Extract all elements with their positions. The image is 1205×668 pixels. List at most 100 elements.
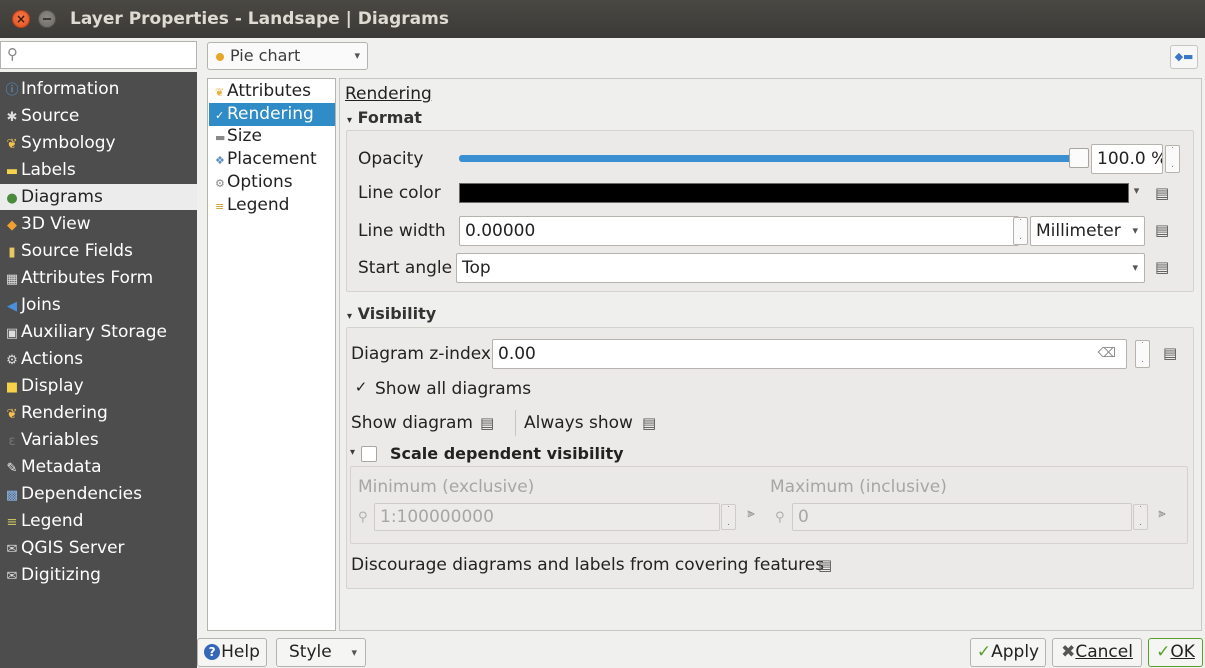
set-min-from-canvas-button[interactable]: ⫸ xyxy=(739,506,763,528)
chevron-down-icon: ▾ xyxy=(1132,261,1138,274)
section-item-legend[interactable]: ≡ Legend xyxy=(209,194,335,217)
section-item-size[interactable]: ▬Size xyxy=(209,125,335,148)
sidebar-item-3d-view[interactable]: ◆ 3D View xyxy=(0,211,197,237)
diagram-settings-button[interactable]: ◆▬ xyxy=(1170,45,1198,69)
sidebar-item-source[interactable]: ✱ Source xyxy=(0,103,197,129)
diagram-type-select[interactable]: Pie chart ▾ xyxy=(207,42,368,70)
legend-icon: ≡ xyxy=(215,200,225,213)
line-color-button[interactable] xyxy=(459,183,1129,203)
minimize-window-button[interactable] xyxy=(38,10,56,28)
window-title: Layer Properties - Landsape | Diagrams xyxy=(70,9,449,29)
rendering-icon: ✓ xyxy=(215,109,225,122)
sidebar-item-label: Variables xyxy=(21,430,99,450)
section-item-label: Rendering xyxy=(227,104,314,124)
collapse-arrow-icon: ▾ xyxy=(347,311,353,322)
start-angle-data-defined-icon[interactable]: ▤ xyxy=(1155,258,1169,276)
maximum-scale-label: Maximum (inclusive) xyxy=(770,477,947,497)
line-width-spin-arrows[interactable]: ˙ ․ xyxy=(1013,217,1028,245)
unit-value: Millimeter xyxy=(1036,221,1121,241)
sidebar-item-legend[interactable]: ≡ Legend xyxy=(0,508,197,534)
style-label: Style xyxy=(289,642,332,662)
sidebar-item-auxiliary-storage[interactable]: ▣ Auxiliary Storage xyxy=(0,319,197,345)
maximum-scale-spin[interactable]: ˙ ․ xyxy=(1133,504,1148,530)
sidebar-item-joins[interactable]: ◀ Joins xyxy=(0,292,197,318)
start-angle-value: Top xyxy=(462,258,491,278)
sidebar-item-information[interactable]: ⓘ Information xyxy=(0,76,197,102)
discourage-label: Discourage diagrams and labels from cove… xyxy=(351,555,825,575)
sidebar-item-source-fields[interactable]: ▮ Source Fields xyxy=(0,238,197,264)
clear-icon[interactable]: ⌫ xyxy=(1098,340,1116,368)
sidebar-search-input[interactable]: ⚲ xyxy=(0,41,197,69)
sidebar-item-label: Source xyxy=(21,106,80,126)
actions-icon: ⚙ xyxy=(6,353,18,368)
cancel-button[interactable]: ✖Cancel xyxy=(1052,638,1142,667)
sidebar-item-display[interactable]: ■ Display xyxy=(0,373,197,399)
ok-label: OK xyxy=(1170,642,1195,662)
sidebar-item-rendering[interactable]: ❦ Rendering xyxy=(0,400,197,426)
sidebar-item-metadata[interactable]: ✎ Metadata xyxy=(0,454,197,480)
sidebar-item-labels[interactable]: ▬ Labels xyxy=(0,157,197,183)
form-icon: ▦ xyxy=(5,272,19,287)
sidebar-item-actions[interactable]: ⚙ Actions xyxy=(0,346,197,372)
sidebar-item-label: Rendering xyxy=(21,403,108,423)
zindex-spin-arrows[interactable]: ˙ ․ xyxy=(1135,340,1150,368)
ok-button[interactable]: ✓OK xyxy=(1148,638,1203,667)
title-bar: × Layer Properties - Landsape | Diagrams xyxy=(0,0,1205,38)
line-width-data-defined-icon[interactable]: ▤ xyxy=(1155,221,1169,239)
sidebar-item-symbology[interactable]: ❦ Symbology xyxy=(0,130,197,156)
close-window-button[interactable]: × xyxy=(12,10,30,28)
line-width-unit-select[interactable]: Millimeter ▾ xyxy=(1030,216,1145,246)
opacity-spin-arrows[interactable]: ˙ ․ xyxy=(1165,145,1180,173)
minimum-scale-spin[interactable]: ˙ ․ xyxy=(721,504,736,530)
section-item-rendering[interactable]: ✓ Rendering xyxy=(209,103,335,126)
format-group-header[interactable]: ▾ Format xyxy=(347,108,422,127)
section-title: Rendering xyxy=(345,84,432,104)
symbology-icon: ❦ xyxy=(6,137,18,152)
section-item-label: Options xyxy=(227,172,293,192)
discourage-data-defined-icon[interactable]: ▤ xyxy=(818,556,832,574)
collapse-arrow-icon[interactable]: ▾ xyxy=(350,447,355,458)
sidebar-item-diagrams[interactable]: ● Diagrams xyxy=(0,184,197,210)
zindex-input[interactable]: 0.00 ⌫ xyxy=(492,339,1127,369)
start-angle-select[interactable]: Top ▾ xyxy=(456,253,1145,283)
sidebar-item-label: Actions xyxy=(21,349,84,369)
sidebar-item-attributes-form[interactable]: ▦ Attributes Form xyxy=(0,265,197,291)
section-item-options[interactable]: ⚙ Options xyxy=(209,171,335,194)
scale-dependent-checkbox[interactable] xyxy=(361,446,377,462)
line-width-input[interactable]: 0.00000 xyxy=(459,216,1019,246)
opacity-slider-handle[interactable] xyxy=(1069,148,1089,168)
section-item-placement[interactable]: ❖ Placement xyxy=(209,148,335,171)
sidebar-item-variables[interactable]: ε Variables xyxy=(0,427,197,453)
sidebar-item-label: Dependencies xyxy=(21,484,142,504)
set-max-from-canvas-button[interactable]: ⫸ xyxy=(1150,506,1174,528)
show-all-checkbox[interactable]: ✓ xyxy=(353,380,369,396)
show-diagram-data-defined-icon[interactable]: ▤ xyxy=(480,414,494,432)
line-color-data-defined-icon[interactable]: ▤ xyxy=(1155,184,1169,202)
format-header-label: Format xyxy=(357,108,422,127)
fields-icon: ▮ xyxy=(8,245,16,260)
always-show-label: Always show xyxy=(524,413,633,433)
help-button[interactable]: ? Help xyxy=(197,638,267,667)
display-icon: ■ xyxy=(5,380,19,395)
minimum-scale-input[interactable]: 1:100000000 xyxy=(374,503,720,531)
line-color-dropdown[interactable]: ▾ xyxy=(1130,184,1143,197)
diagrams-icon: ● xyxy=(6,191,18,206)
chevron-down-icon: ▾ xyxy=(354,49,360,62)
settings-icon: ◆▬ xyxy=(1174,50,1194,63)
zindex-data-defined-icon[interactable]: ▤ xyxy=(1163,344,1177,362)
sidebar-item-digitizing[interactable]: ✉ Digitizing xyxy=(0,562,197,588)
visibility-group-header[interactable]: ▾ Visibility xyxy=(347,304,436,323)
sidebar-item-qgis-server[interactable]: ✉ QGIS Server xyxy=(0,535,197,561)
maximum-scale-input[interactable]: 0 xyxy=(792,503,1132,531)
info-icon: ⓘ xyxy=(5,83,19,98)
apply-button[interactable]: ✓Apply xyxy=(970,638,1046,667)
always-show-data-defined-icon[interactable]: ▤ xyxy=(642,414,656,432)
section-item-label: Size xyxy=(227,126,262,146)
section-item-label: Placement xyxy=(227,149,317,169)
opacity-spinbox[interactable]: 100.0 % xyxy=(1091,144,1163,174)
show-diagram-label: Show diagram xyxy=(351,413,473,433)
section-item-attributes[interactable]: ❦ Attributes xyxy=(209,80,335,103)
sidebar-item-dependencies[interactable]: ▩ Dependencies xyxy=(0,481,197,507)
style-menu-button[interactable]: Style ▾ xyxy=(276,638,366,667)
opacity-slider[interactable] xyxy=(459,155,1079,162)
